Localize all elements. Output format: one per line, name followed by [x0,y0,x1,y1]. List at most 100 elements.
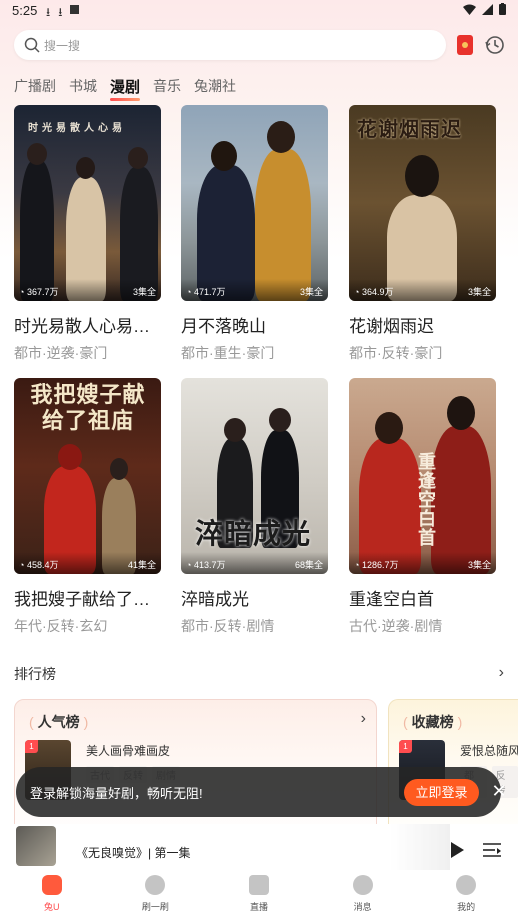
tab-bookstore[interactable]: 书城 [69,76,97,97]
nav-item-shuashua[interactable]: 刷一刷 [104,870,208,922]
drama-card[interactable]: 淬暗成光 ◔ 413.7万 68集全 淬暗成光 都市·反转·剧情 [181,378,328,636]
login-button[interactable]: 立即登录 [404,779,479,806]
poster-meta: ◔ 413.7万 68集全 [181,552,328,574]
mini-player-title[interactable]: 《无良嗅觉》| 第一集 [76,844,190,861]
bottom-nav: 兔U 刷一刷 直播 消息 我的 [0,870,518,922]
poster-title-art: 重逢空白首 [415,452,436,547]
drama-tags: 都市·反转·剧情 [181,618,275,634]
status-time: 5:25 [12,3,38,18]
profile-icon [456,875,477,895]
nav-label: 刷一刷 [141,902,169,912]
drama-card[interactable]: ◔ 471.7万 3集全 月不落晚山 都市·重生·豪门 [181,105,328,363]
drama-poster[interactable]: ◔ 471.7万 3集全 [181,105,328,301]
play-count: ◔ 458.4万 [19,560,59,570]
poster-title-art: 花谢烟雨迟 [357,117,462,141]
download-icon: ⭳ [46,5,51,19]
play-count: ◔ 413.7万 [186,560,226,570]
drama-tags: 年代·反转·玄幻 [14,618,108,634]
tab-tuchaoshe[interactable]: 兔潮社 [194,76,236,97]
category-tabs: 广播剧 书城 漫剧 音乐 兔潮社 [14,76,249,101]
play-icon[interactable] [451,842,464,858]
drama-poster[interactable]: 我把嫂子献给了祖庙 ◔ 458.4万 41集全 [14,378,161,574]
status-bar: 5:25 ⭳ ⭳ [0,0,518,22]
poster-meta: ◔ 364.9万 3集全 [349,279,496,301]
ranking-header[interactable]: 排行榜 › [14,664,504,684]
drama-poster[interactable]: 淬暗成光 ◔ 413.7万 68集全 [181,378,328,574]
drama-card[interactable]: 花谢烟雨迟 ◔ 364.9万 3集全 花谢烟雨迟 都市·反转·豪门 [349,105,496,363]
drama-tags: 都市·重生·豪门 [181,345,275,361]
poster-title-art: 淬暗成光 [195,517,312,550]
drama-poster[interactable]: 花谢烟雨迟 ◔ 364.9万 3集全 [349,105,496,301]
app-notification-icon [70,5,80,14]
download-icon: ⭳ [58,5,63,19]
nav-label: 直播 [249,902,268,912]
drama-title[interactable]: 重逢空白首 [349,585,496,610]
rank-item-title[interactable]: 美人画骨难画皮 [86,742,170,759]
drama-tags: 都市·反转·豪门 [349,345,443,361]
poster-meta: ◔ 458.4万 41集全 [14,552,161,574]
playlist-icon[interactable] [483,842,501,858]
chevron-right-icon[interactable]: › [361,710,366,728]
history-icon[interactable] [484,34,506,56]
mini-player-cover[interactable] [16,826,56,866]
chevron-right-icon[interactable]: › [499,664,504,682]
signal-icon [482,3,493,15]
episode-count: 3集全 [467,287,491,297]
toast-message: 登录解锁海量好剧，畅听无阻! [30,785,203,801]
nav-label: 兔U [44,902,60,912]
poster-meta: ◔ 367.7万 3集全 [14,279,161,301]
nav-item-live[interactable]: 直播 [207,870,311,922]
drama-poster[interactable]: 时光易散人心易 ◔ 367.7万 3集全 [14,105,161,301]
search-placeholder: 搜一搜 [44,38,81,53]
drama-title[interactable]: 淬暗成光 [181,585,328,610]
login-toast: 登录解锁海量好剧，畅听无阻! 立即登录 ✕ [16,767,507,817]
drama-title[interactable]: 花谢烟雨迟 [349,312,496,337]
play-count: ◔ 364.9万 [354,287,394,297]
mini-player[interactable]: 《无良嗅觉》| 第一集 [0,824,518,870]
drama-tags: 都市·逆袭·豪门 [14,345,108,361]
poster-meta: ◔ 1286.7万 3集全 [349,552,496,574]
rank-badge: 1 [399,740,412,753]
drama-title[interactable]: 月不落晚山 [181,312,328,337]
drama-card[interactable]: 时光易散人心易 ◔ 367.7万 3集全 时光易散人心易… 都市·逆袭·豪门 [14,105,161,363]
nav-label: 我的 [457,902,476,912]
tab-comic-drama[interactable]: 漫剧 [110,76,141,101]
tab-music[interactable]: 音乐 [153,76,181,97]
status-icons-left: ⭳ ⭳ [46,3,80,24]
close-icon[interactable]: ✕ [489,781,509,801]
rabbit-home-icon [41,875,62,895]
drama-card[interactable]: 重逢空白首 ◔ 1286.7万 3集全 重逢空白首 古代·逆袭·剧情 [349,378,496,636]
episode-count: 3集全 [467,560,491,570]
nav-item-profile[interactable]: 我的 [414,870,518,922]
search-input[interactable]: 搜一搜 [14,30,446,60]
episode-count: 41集全 [127,560,156,570]
episode-count: 3集全 [132,287,156,297]
nav-item-messages[interactable]: 消息 [311,870,415,922]
episode-count: 3集全 [299,287,323,297]
play-count: ◔ 1286.7万 [354,560,399,570]
play-circle-icon [145,875,166,895]
drama-title[interactable]: 我把嫂子献给了… [14,585,161,610]
search-icon [24,37,40,53]
nav-item-home[interactable]: 兔U [0,870,104,922]
play-count: ◔ 367.7万 [19,287,59,297]
drama-title[interactable]: 时光易散人心易… [14,312,161,337]
battery-icon [499,3,506,15]
ranking-title: 排行榜 [14,666,56,682]
drama-poster[interactable]: 重逢空白首 ◔ 1286.7万 3集全 [349,378,496,574]
wifi-icon [463,4,476,15]
rank-badge: 1 [25,740,38,753]
play-count: ◔ 471.7万 [186,287,226,297]
rank-item-title[interactable]: 爱恨总随风 [460,742,518,759]
ranking-list-title: 收藏榜 [403,712,462,732]
drama-card[interactable]: 我把嫂子献给了祖庙 ◔ 458.4万 41集全 我把嫂子献给了… 年代·反转·玄… [14,378,161,636]
message-icon [352,875,373,895]
mini-player-fade [390,824,450,870]
poster-meta: ◔ 471.7万 3集全 [181,279,328,301]
live-icon [248,875,269,895]
red-packet-icon[interactable] [457,35,473,55]
status-icons-right [463,3,506,15]
drama-tags: 古代·逆袭·剧情 [349,618,443,634]
poster-title-art: 时光易散人心易 [28,123,126,134]
tab-broadcast-drama[interactable]: 广播剧 [14,76,56,97]
